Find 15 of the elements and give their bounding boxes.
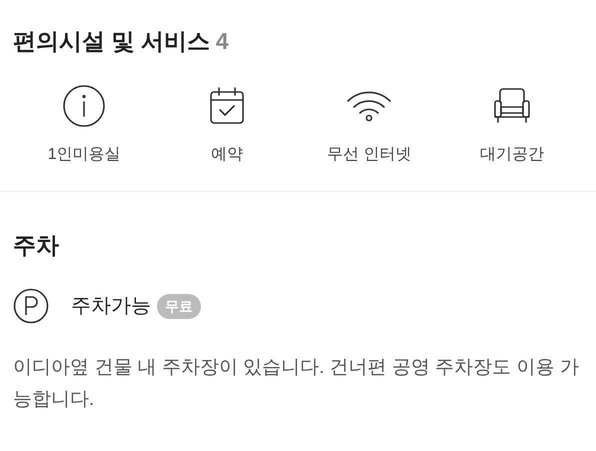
free-badge: 무료 xyxy=(157,294,201,318)
parking-icon xyxy=(13,288,49,324)
amenity-label: 예약 xyxy=(210,144,243,164)
section-title: 편의시설 및 서비스 xyxy=(13,27,210,56)
parking-label: 주차가능 xyxy=(71,294,151,319)
calendar-check-icon xyxy=(208,86,245,124)
info-icon xyxy=(62,84,106,128)
amenity-label: 무선 인터넷 xyxy=(327,144,412,164)
count: 4 xyxy=(216,27,229,56)
section-title: 주차 xyxy=(13,230,60,260)
wifi-icon xyxy=(346,88,392,122)
armchair-icon xyxy=(492,86,531,124)
amenity-label: 1인미용실 xyxy=(48,144,121,164)
parking-description: 이디아옆 건물 내 주차장이 있습니다. 건너편 공영 주차장도 이용 가능합니다. xyxy=(13,356,580,412)
amenity-label: 대기공간 xyxy=(480,144,544,164)
